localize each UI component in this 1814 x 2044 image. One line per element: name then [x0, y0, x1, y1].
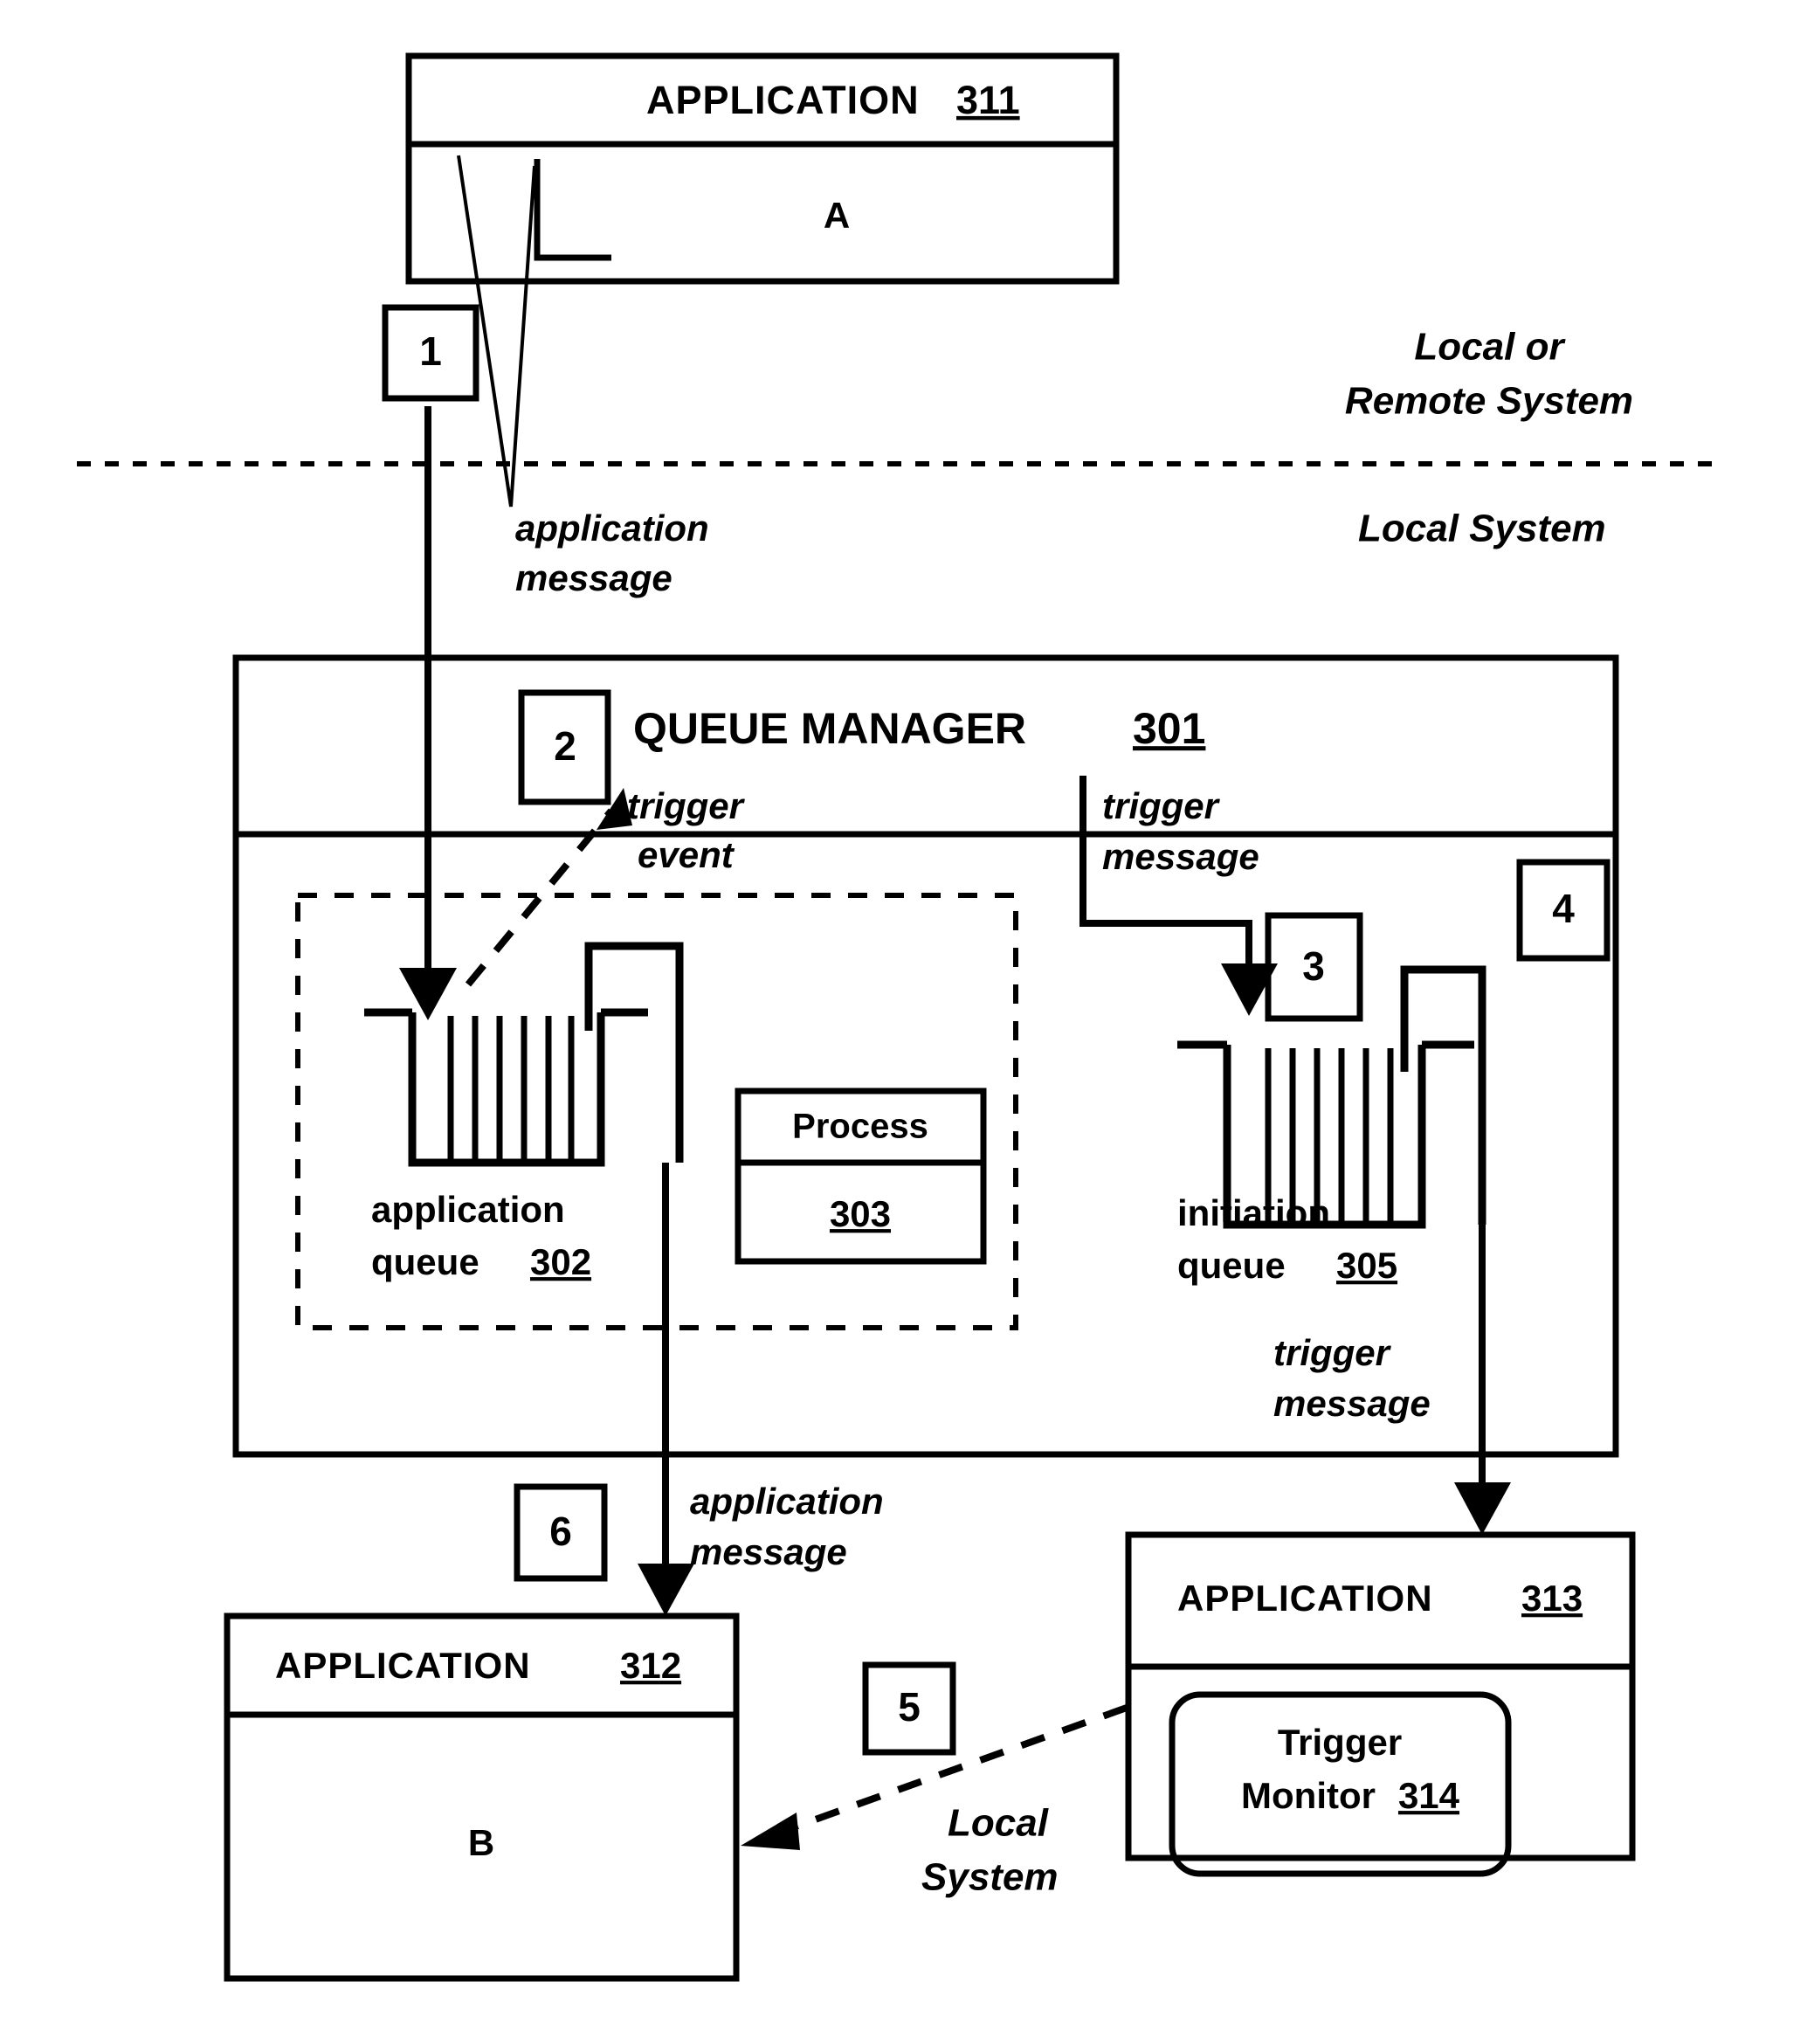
- badge-5: 5: [862, 1661, 956, 1756]
- application-311-ref: 311: [956, 78, 1020, 122]
- trigger-message-bottom-label: trigger message: [1273, 1332, 1431, 1424]
- arrow-trigger-message-to-application-313: [1454, 1225, 1511, 1535]
- badge-2: 2: [518, 689, 611, 805]
- application-message-bottom-line2: message: [690, 1531, 847, 1572]
- diagram-page: APPLICATION 311 A 1 Local or Remote Syst…: [0, 0, 1814, 2044]
- queue-manager-ref: 301: [1133, 704, 1205, 753]
- trigger-monitor-line1: Trigger: [1278, 1722, 1402, 1763]
- local-system-bottom-label: Local System: [921, 1802, 1059, 1899]
- trigger-message-bottom-line1: trigger: [1273, 1332, 1392, 1373]
- initiation-queue-glyph: [1177, 965, 1486, 1229]
- badge-6: 6: [514, 1483, 608, 1582]
- application-312-box: APPLICATION 312 B: [224, 1612, 740, 1982]
- application-message-bottom-line1: application: [690, 1481, 884, 1522]
- badge-1: 1: [382, 304, 479, 402]
- application-queue-ref: 302: [530, 1241, 591, 1282]
- arrow-trigger-monitor-to-application-312: [741, 1704, 1128, 1850]
- local-or-remote-system-line1: Local or: [1414, 326, 1566, 369]
- trigger-message-bottom-line2: message: [1273, 1383, 1431, 1424]
- application-queue-label-line1: application: [371, 1189, 565, 1230]
- badge-3-label: 3: [1302, 943, 1325, 989]
- queue-manager-box: QUEUE MANAGER 301: [232, 654, 1619, 1458]
- arrow-application-message-to-queue: [399, 406, 457, 1020]
- application-312-title: APPLICATION: [275, 1645, 531, 1686]
- process-box: Process 303: [735, 1088, 987, 1265]
- trigger-monitor-box: Trigger Monitor 314: [1169, 1691, 1512, 1877]
- application-message-top-line1: application: [515, 508, 709, 549]
- initiation-queue-label-line2: queue: [1177, 1245, 1286, 1286]
- queue-manager-title: QUEUE MANAGER: [633, 704, 1026, 753]
- application-queue-label-line2: queue: [371, 1241, 479, 1282]
- application-312-body-letter: B: [468, 1822, 494, 1863]
- trigger-event-line1: trigger: [627, 785, 746, 826]
- application-311-body-letter: A: [824, 195, 850, 236]
- application-313-title: APPLICATION: [1177, 1578, 1433, 1619]
- trigger-message-top-line1: trigger: [1102, 785, 1221, 826]
- local-system-bottom-line2: System: [921, 1856, 1059, 1899]
- application-message-top-label: application message: [515, 508, 709, 598]
- badge-4-label: 4: [1552, 886, 1575, 931]
- badge-3: 3: [1265, 912, 1363, 1022]
- trigger-event-label: trigger event: [627, 785, 746, 875]
- local-or-remote-system-label: Local or Remote System: [1345, 326, 1633, 423]
- application-312-ref: 312: [620, 1645, 681, 1686]
- local-system-label: Local System: [1358, 508, 1606, 550]
- arrow-application-message-to-application-312: [638, 1163, 694, 1616]
- process-title: Process: [792, 1108, 928, 1146]
- application-313-box: APPLICATION 313 Trigger Monitor 314: [1125, 1531, 1636, 1877]
- initiation-queue-ref: 305: [1336, 1245, 1397, 1286]
- badge-5-label: 5: [898, 1684, 921, 1730]
- trigger-monitor-ref: 314: [1398, 1775, 1460, 1816]
- flow-diagram-canvas: APPLICATION 311 A 1 Local or Remote Syst…: [77, 52, 1725, 1982]
- application-message-bottom-label: application message: [690, 1481, 884, 1572]
- badge-6-label: 6: [549, 1509, 572, 1554]
- badge-2-label: 2: [554, 723, 576, 769]
- application-311-title: APPLICATION: [646, 78, 920, 122]
- trigger-event-line2: event: [638, 834, 735, 875]
- application-311-box: APPLICATION 311 A: [405, 52, 1120, 285]
- initiation-queue-label-line1: initiation: [1177, 1192, 1330, 1233]
- trigger-event-dashed-arrow: [465, 788, 632, 987]
- application-313-ref: 313: [1521, 1578, 1583, 1619]
- application-message-leader: [457, 155, 536, 508]
- application-311-leader-hook: [534, 159, 611, 261]
- badge-1-label: 1: [419, 328, 442, 374]
- badge-4: 4: [1516, 859, 1611, 962]
- trigger-monitor-line2: Monitor: [1241, 1775, 1376, 1816]
- application-message-top-line2: message: [515, 557, 672, 598]
- trigger-message-top-line2: message: [1102, 836, 1259, 877]
- application-queue-label: application queue 302: [371, 1189, 591, 1282]
- local-system-bottom-line1: Local: [948, 1802, 1049, 1845]
- process-ref: 303: [830, 1193, 891, 1234]
- local-or-remote-system-line2: Remote System: [1345, 380, 1633, 423]
